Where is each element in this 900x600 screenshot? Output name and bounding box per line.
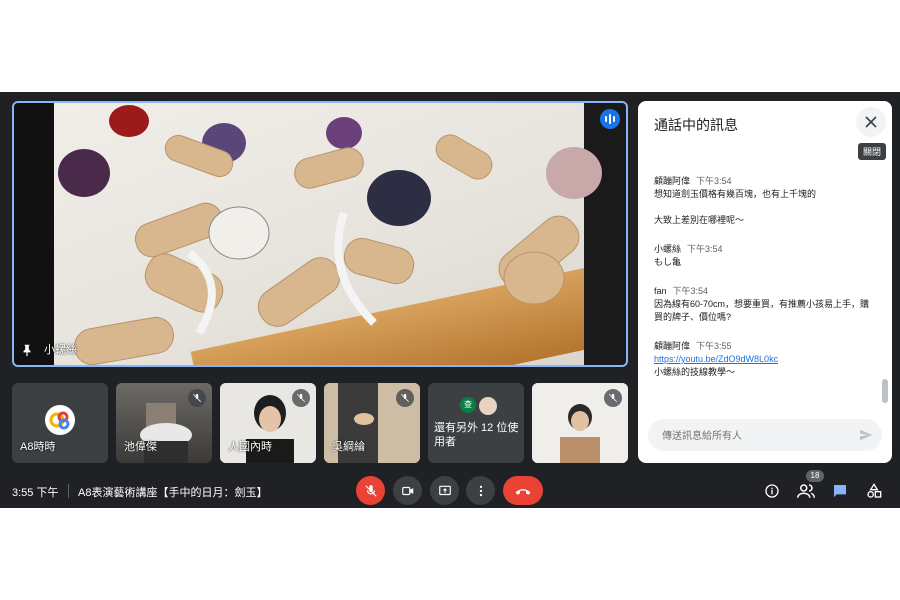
message-sender: 顧蹦阿偉 [654,341,691,351]
message-time: 下午3:54 [687,244,723,254]
activities-button[interactable] [864,481,884,501]
close-icon [865,116,877,128]
message-sender: 小螺絲 [654,244,682,254]
microphone-toggle-button[interactable] [356,476,385,505]
message-time: 下午3:55 [696,341,732,351]
participant-tile[interactable]: A8時時 [12,383,108,463]
mic-off-icon [604,389,622,407]
message-sender: fan [654,286,667,296]
kendama-scene [14,103,626,365]
message-text: 大致上差別在哪裡呢～ [654,215,745,225]
message-text: 小螺絲的技線教學～ [654,367,736,377]
chat-message: 顧蹦阿偉 下午3:55 https://youtu.be/ZdO9dW8L0kc … [654,340,874,379]
chat-icon [834,485,846,497]
message-text: 想知道劍玉價格有幾百塊，也有上千塊的 [654,189,817,199]
meet-window: 小螺絲 A8時時 池偉傑 人國內時 吳綱綸 查 還有另外 12 位使用者 通話中… [0,92,900,508]
participants-count-badge: 18 [806,470,824,482]
more-participants-label: 還有另外 12 位使用者 [434,422,519,448]
chat-message: fan 下午3:54 因為線有60-70cm，想要重買，有推薦小孩易上手，購買的牌… [654,285,874,324]
divider [68,484,69,498]
chat-panel: 通話中的訊息 關閉 顧蹦阿偉 下午3:54 想知道劍玉價格有幾百塊，也有上千塊的 … [638,101,892,463]
participant-name: 人國內時 [228,441,272,453]
chat-message: 小螺絲 下午3:54 もし亀 [654,243,874,269]
more-vert-icon [479,485,482,496]
participant-tile[interactable] [532,383,628,463]
activities-icon [867,483,882,498]
main-participant-name: 小螺絲 [44,344,77,356]
avatar [45,405,75,435]
participant-tile[interactable]: 池偉傑 [116,383,212,463]
avatar [478,396,498,416]
chat-scrollbar[interactable] [882,379,888,403]
pin-icon[interactable] [20,343,34,357]
phone-hangup-icon [515,488,531,495]
meeting-info-button[interactable] [762,481,782,501]
more-participants-tile[interactable]: 查 還有另外 12 位使用者 [428,383,524,463]
mic-off-icon [364,484,377,497]
chat-input-container [648,419,882,453]
message-time: 下午3:54 [696,176,732,186]
meeting-title: A8表演藝術講座【手中的日月：劍玉】 [78,487,268,499]
chat-button[interactable] [830,481,850,501]
mic-off-icon [396,389,414,407]
participant-tile[interactable]: 吳綱綸 [324,383,420,463]
main-video[interactable]: 小螺絲 [12,101,628,367]
chat-message-input[interactable] [660,419,854,453]
present-screen-button[interactable] [430,476,459,505]
close-tooltip: 關閉 [857,143,886,160]
send-icon[interactable] [858,427,874,443]
info-icon [765,484,779,498]
camera-toggle-button[interactable] [393,476,422,505]
mic-off-icon [292,389,310,407]
chat-messages: 顧蹦阿偉 下午3:54 想知道劍玉價格有幾百塊，也有上千塊的 大致上差別在哪裡呢～… [654,175,874,395]
video-camera-icon [401,486,413,495]
a8-logo-icon [49,411,70,430]
participant-name: 池偉傑 [124,441,157,453]
present-icon [438,485,451,495]
mic-off-icon [188,389,206,407]
bottom-bar: 3:55 下午 A8表演藝術講座【手中的日月：劍玉】 18 [0,470,900,508]
message-link[interactable]: https://youtu.be/ZdO9dW8L0kc [654,354,778,364]
chat-message: 顧蹦阿偉 下午3:54 想知道劍玉價格有幾百塊，也有上千塊的 大致上差別在哪裡呢～ [654,175,874,227]
message-text [654,201,874,214]
participant-tiles: A8時時 池偉傑 人國內時 吳綱綸 查 還有另外 12 位使用者 [12,383,628,463]
chat-title: 通話中的訊息 [654,117,738,133]
kendama-video-frame [14,103,626,365]
close-chat-button[interactable] [856,107,886,137]
end-call-button[interactable] [503,476,543,505]
participant-name: A8時時 [20,441,56,453]
participant-tile[interactable]: 人國內時 [220,383,316,463]
message-time: 下午3:54 [672,286,709,296]
participant-name: 吳綱綸 [332,441,365,453]
meeting-clock: 3:55 下午 [12,487,59,499]
speaking-indicator-icon [600,109,620,129]
participants-button[interactable] [796,481,816,501]
avatar: 查 [460,397,476,413]
people-icon [797,484,815,498]
message-sender: 顧蹦阿偉 [654,176,691,186]
message-text: もし亀 [654,257,682,267]
more-options-button[interactable] [466,476,495,505]
message-text: 因為線有60-70cm，想要重買，有推薦小孩易上手，購買的牌子、價位嗎? [654,299,870,322]
